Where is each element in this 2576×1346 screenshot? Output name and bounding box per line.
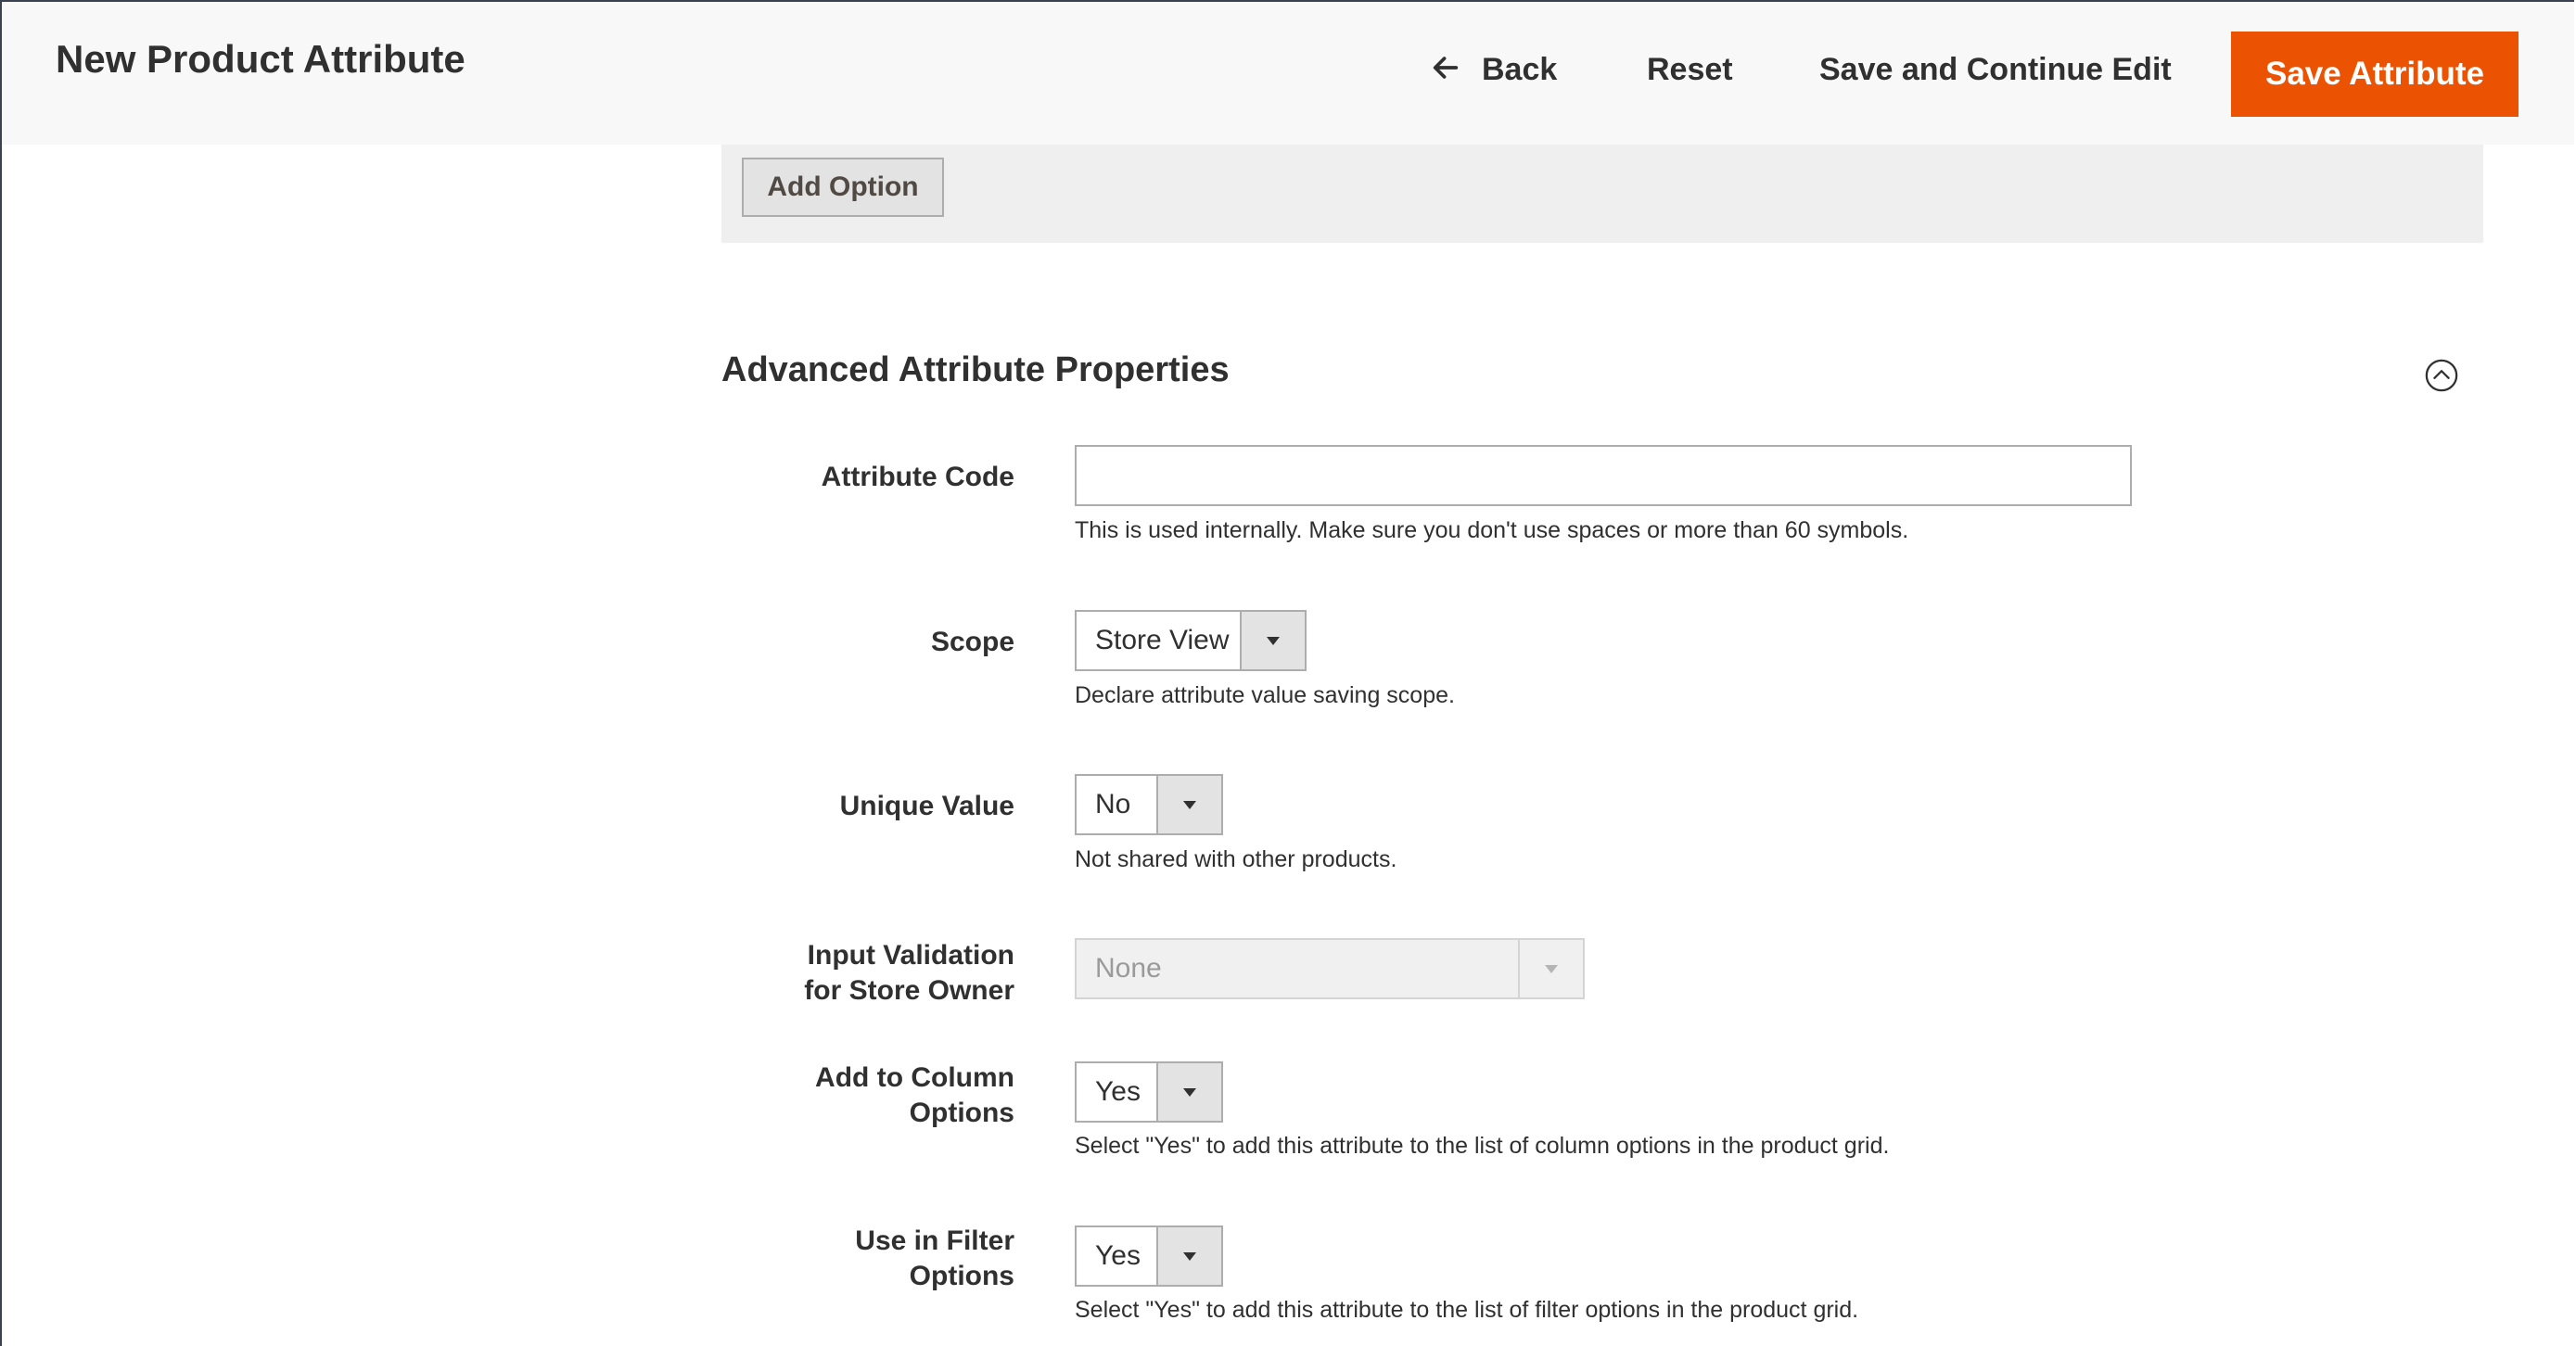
add-to-column-select[interactable]: Yes	[1075, 1061, 1223, 1123]
back-button-label: Back	[1482, 52, 1558, 87]
input-validation-select: None	[1075, 938, 1585, 999]
scope-select-value: Store View	[1095, 625, 1230, 655]
attribute-options-panel: Add Option	[721, 145, 2483, 243]
use-in-filter-note: Select "Yes" to add this attribute to th…	[1075, 1297, 1859, 1323]
use-in-filter-label-line1: Use in Filter	[855, 1225, 1014, 1256]
page-frame: New Product Attribute Back Reset Save an…	[0, 0, 2574, 1346]
scope-select[interactable]: Store View	[1075, 610, 1307, 671]
add-to-column-note: Select "Yes" to add this attribute to th…	[1075, 1133, 1890, 1159]
add-to-column-label: Add to Column Options	[815, 1060, 1014, 1131]
arrow-left-icon	[1433, 57, 1459, 79]
scope-label: Scope	[930, 627, 1014, 657]
unique-value-note: Not shared with other products.	[1075, 846, 1397, 872]
input-validation-select-value: None	[1095, 953, 1162, 984]
scope-note: Declare attribute value saving scope.	[1075, 682, 1455, 708]
save-and-continue-button[interactable]: Save and Continue Edit	[1819, 52, 2172, 88]
caret-down-icon	[1518, 940, 1583, 997]
add-to-column-select-value: Yes	[1095, 1076, 1141, 1107]
add-option-button[interactable]: Add Option	[742, 158, 944, 217]
use-in-filter-label-line2: Options	[909, 1261, 1014, 1291]
save-attribute-button[interactable]: Save Attribute	[2231, 32, 2519, 117]
unique-value-label: Unique Value	[839, 791, 1014, 821]
input-validation-label: Input Validation for Store Owner	[804, 938, 1014, 1009]
attribute-code-input[interactable]	[1075, 445, 2132, 506]
input-validation-label-line1: Input Validation	[807, 940, 1014, 971]
use-in-filter-label: Use in Filter Options	[855, 1224, 1014, 1294]
page-title: New Product Attribute	[56, 37, 465, 81]
back-button[interactable]: Back	[1430, 52, 1557, 88]
page-header: New Product Attribute Back Reset Save an…	[2, 2, 2574, 145]
caret-down-icon	[1156, 1227, 1221, 1285]
unique-value-select-value: No	[1095, 789, 1131, 819]
section-title-advanced-properties: Advanced Attribute Properties	[721, 350, 1230, 389]
chevron-up-circle-icon[interactable]	[2424, 358, 2459, 393]
use-in-filter-select-value: Yes	[1095, 1240, 1141, 1271]
attribute-code-label: Attribute Code	[821, 462, 1014, 492]
add-to-column-label-line1: Add to Column	[815, 1062, 1014, 1093]
caret-down-icon	[1156, 1063, 1221, 1121]
reset-button[interactable]: Reset	[1647, 52, 1733, 88]
unique-value-select[interactable]: No	[1075, 774, 1223, 835]
use-in-filter-select[interactable]: Yes	[1075, 1225, 1223, 1287]
add-to-column-label-line2: Options	[909, 1098, 1014, 1128]
caret-down-icon	[1156, 776, 1221, 833]
attribute-code-note: This is used internally. Make sure you d…	[1075, 517, 1909, 543]
input-validation-label-line2: for Store Owner	[804, 975, 1014, 1006]
caret-down-icon	[1240, 612, 1305, 669]
